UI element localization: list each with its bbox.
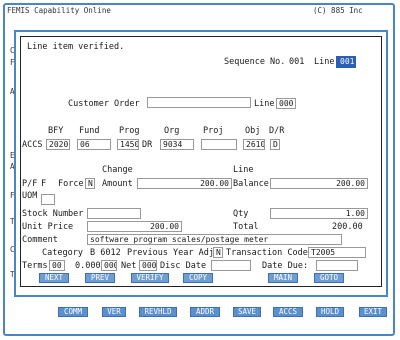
line-label: Line — [314, 57, 335, 67]
sequence-label: Sequence No. — [224, 57, 286, 67]
accs-button[interactable]: ACCS — [273, 307, 303, 317]
disc-date-label: Disc Date — [160, 261, 207, 271]
prog-input[interactable]: 1450 — [117, 139, 139, 150]
status-message: Line item verified. — [27, 42, 125, 52]
net-input[interactable]: 000 — [139, 260, 157, 271]
main-button[interactable]: MAIN — [268, 273, 298, 283]
next-button[interactable]: NEXT — [39, 273, 69, 283]
force-label: Force — [58, 179, 84, 189]
line-item-dialog: Line item verified. Sequence No. 001 Lin… — [14, 30, 388, 297]
uom-label: UOM — [22, 191, 38, 201]
proj-header: Proj — [203, 126, 224, 136]
bfy-input[interactable]: 2020 — [46, 139, 70, 150]
addr-button[interactable]: ADDR — [190, 307, 220, 317]
prog-header: Prog — [119, 126, 140, 136]
verify-button[interactable]: VERIFY — [131, 273, 169, 283]
category-label: Category — [42, 248, 83, 258]
amount-label: Amount — [102, 179, 133, 189]
line-number-input[interactable]: 001 — [336, 56, 356, 68]
force-input[interactable]: N — [85, 178, 95, 189]
change-label: Change — [102, 165, 133, 175]
obj-header: Obj — [245, 126, 261, 136]
background-title-right: (C) 885 Inc — [313, 6, 363, 15]
amount-input[interactable]: 200.00 — [137, 178, 232, 189]
ver-button[interactable]: VER — [102, 307, 126, 317]
uom-input[interactable] — [41, 194, 55, 205]
comment-label: Comment — [22, 235, 58, 245]
customer-order-input[interactable] — [147, 97, 251, 108]
prev-year-adj-input[interactable]: N — [213, 247, 223, 258]
revhld-button[interactable]: REVHLD — [139, 307, 177, 317]
line2-label: Line — [254, 99, 275, 109]
total-value: 200.00 — [332, 222, 363, 232]
line-header-label: Line — [233, 165, 254, 175]
line2-input[interactable]: 000 — [276, 98, 296, 109]
terms-input-1[interactable]: 00 — [49, 260, 65, 271]
disc-date-input[interactable] — [211, 260, 251, 271]
net-label: Net — [121, 261, 137, 271]
transaction-code-input[interactable]: T2005 — [308, 247, 366, 258]
total-label: Total — [233, 222, 259, 232]
transaction-code-label: Transaction Code — [226, 248, 308, 258]
terms-value-2: 0.000 — [75, 261, 101, 271]
pf-value: F — [41, 179, 47, 189]
accs-label: ACCS — [22, 140, 43, 150]
category-value: B 6012 — [90, 248, 121, 258]
qty-label: Qty — [233, 209, 249, 219]
date-due-input[interactable] — [316, 260, 358, 271]
balance-label: Balance — [233, 179, 269, 189]
obj-input[interactable]: 2610 — [243, 139, 265, 150]
save-button[interactable]: SAVE — [233, 307, 261, 317]
background-title-left: FEMIS Capability Online — [7, 6, 111, 15]
stock-number-label: Stock Number — [22, 209, 84, 219]
customer-order-label: Customer Order — [68, 99, 140, 109]
stock-number-input[interactable] — [87, 208, 141, 219]
qty-input[interactable]: 1.00 — [270, 208, 368, 219]
terms-input-3[interactable]: 000 — [101, 260, 117, 271]
unit-price-label: Unit Price — [22, 222, 74, 232]
proj-input[interactable] — [201, 139, 237, 150]
copy-button[interactable]: COPY — [183, 273, 213, 283]
terms-label: Terms — [22, 261, 48, 271]
pf-label: P/F — [22, 179, 38, 189]
exit-button[interactable]: EXIT — [359, 307, 387, 317]
date-due-label: Date Due: — [262, 261, 309, 271]
goto-button[interactable]: GOTO — [314, 273, 344, 283]
prev-year-adj-label: Previous Year Adj — [127, 248, 214, 258]
comm-button[interactable]: COMM — [58, 307, 88, 317]
sequence-value: 001 — [289, 57, 305, 67]
org-header: Org — [164, 126, 180, 136]
dr-input[interactable]: D — [270, 139, 280, 150]
dr-header: D/R — [269, 126, 285, 136]
prog-dr-text: DR — [142, 140, 153, 150]
comment-input[interactable]: software program scales/postage meter — [87, 234, 342, 245]
hold-button[interactable]: HOLD — [316, 307, 344, 317]
dialog-body: Line item verified. Sequence No. 001 Lin… — [20, 36, 382, 287]
fund-input[interactable]: 06 — [77, 139, 111, 150]
fund-header: Fund — [79, 126, 100, 136]
unit-price-input[interactable]: 200.00 — [87, 221, 182, 232]
balance-input[interactable]: 200.00 — [270, 178, 368, 189]
prev-button[interactable]: PREV — [85, 273, 115, 283]
org-input[interactable]: 9034 — [160, 139, 194, 150]
bfy-header: BFY — [48, 126, 64, 136]
